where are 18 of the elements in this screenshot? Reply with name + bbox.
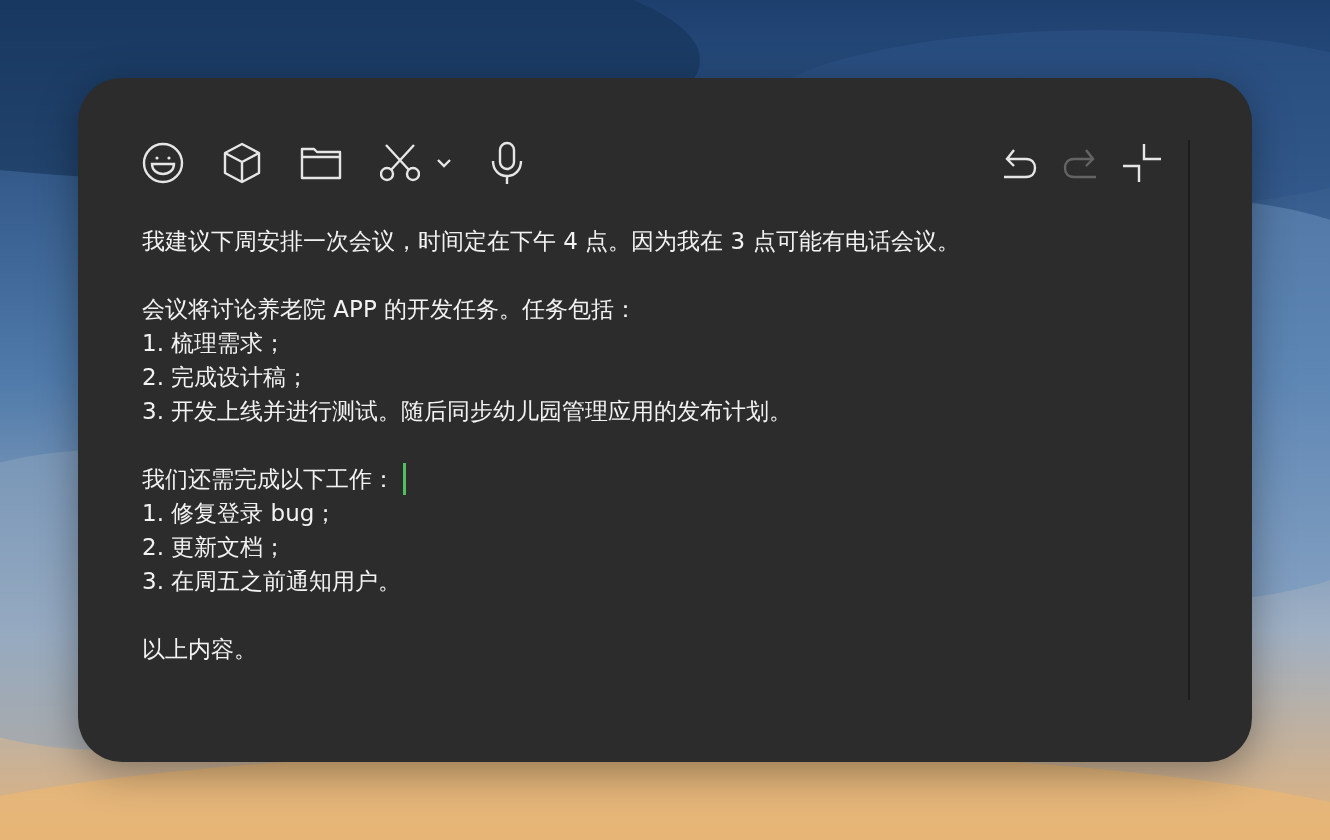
text-line: 我建议下周安排一次会议，时间定在下午 4 点。因为我在 3 点可能有电话会议。 (142, 227, 960, 256)
folder-icon[interactable] (300, 146, 342, 180)
cube-icon[interactable] (222, 142, 262, 184)
text-line: 1. 梳理需求； (142, 329, 287, 358)
text-line: 1. 修复登录 bug； (142, 499, 338, 528)
smiley-icon[interactable] (142, 142, 184, 184)
text-cursor (403, 463, 406, 495)
text-line: 我们还需完成以下工作： (142, 465, 395, 494)
text-line: 3. 开发上线并进行测试。随后同步幼儿园管理应用的发布计划。 (142, 397, 793, 426)
microphone-icon[interactable] (490, 141, 524, 185)
text-line: 3. 在周五之前通知用户。 (142, 567, 402, 596)
text-line: 2. 完成设计稿； (142, 363, 310, 392)
scissors-icon[interactable] (380, 144, 420, 182)
caret-icon[interactable] (436, 158, 452, 168)
text-line: 以上内容。 (142, 635, 257, 664)
collapse-icon[interactable] (1122, 143, 1162, 183)
text-line: 2. 更新文档； (142, 533, 287, 562)
text-line: 会议将讨论养老院 APP 的开发任务。任务包括： (142, 295, 638, 324)
